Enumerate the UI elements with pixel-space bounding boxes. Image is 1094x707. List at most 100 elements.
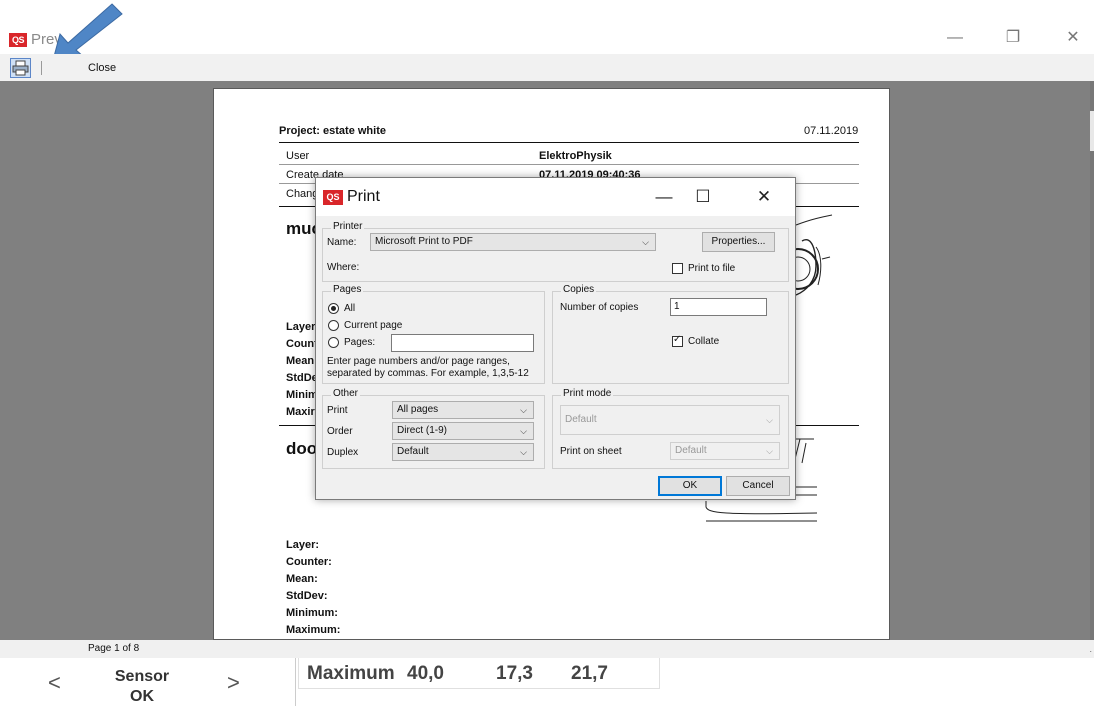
- stat-label: Layer:: [286, 539, 320, 551]
- previous-arrow-icon[interactable]: <: [48, 670, 61, 696]
- printer-icon: [12, 60, 29, 76]
- car-sketch-icon: [792, 214, 833, 296]
- dialog-title-bar: QS Print — ☐ ✕: [316, 178, 795, 216]
- order-label: Order: [327, 426, 353, 437]
- sensor-panel: < Sensor OK > Maximum 40,0 17,3 21,7: [0, 658, 1094, 706]
- pages-hint-line2: separated by commas. For example, 1,3,5-…: [327, 368, 529, 379]
- title-bar: QS Prev — ❐ ✕: [0, 0, 1094, 52]
- pages-all-label: All: [344, 303, 356, 314]
- chevron-down-icon: ⌵: [766, 415, 773, 425]
- chevron-down-icon: ⌵: [520, 405, 527, 415]
- toolbar-separator: [41, 61, 42, 75]
- collate-label: Collate: [688, 336, 720, 347]
- next-arrow-icon[interactable]: >: [227, 670, 240, 696]
- print-mode-select[interactable]: Default ⌵: [560, 405, 780, 435]
- print-on-sheet-label: Print on sheet: [560, 446, 622, 457]
- pages-range-input[interactable]: [391, 334, 534, 352]
- print-range-value: All pages: [397, 404, 439, 415]
- printer-select-value: Microsoft Print to PDF: [375, 236, 473, 247]
- divider: [279, 142, 859, 143]
- current-page-radio[interactable]: [328, 320, 339, 331]
- chevron-down-icon: ⌵: [642, 237, 649, 247]
- status-indicator: .: [1089, 644, 1092, 654]
- group-label: Other: [331, 388, 361, 399]
- duplex-label: Duplex: [327, 447, 359, 458]
- group-label: Copies: [561, 284, 597, 295]
- order-select[interactable]: Direct (1-9) ⌵: [392, 422, 534, 440]
- copies-count-label: Number of copies: [560, 302, 639, 313]
- print-range-select[interactable]: All pages ⌵: [392, 401, 534, 419]
- dialog-logo: QS: [323, 190, 343, 205]
- pages-hint-line1: Enter page numbers and/or page ranges,: [327, 356, 510, 367]
- stat-label: Maximum:: [286, 624, 341, 636]
- print-to-file-checkbox[interactable]: [672, 263, 683, 274]
- ok-button[interactable]: OK: [658, 476, 722, 496]
- vertical-scrollbar[interactable]: [1090, 81, 1094, 640]
- dialog-title: Print: [347, 188, 380, 205]
- printer-name-label: Name:: [327, 237, 357, 248]
- chevron-down-icon: ⌵: [520, 447, 527, 457]
- toolbar: Close: [0, 54, 1094, 81]
- status-bar: Page 1 of 8 .: [0, 640, 1094, 658]
- dialog-close-button[interactable]: ✕: [749, 185, 779, 209]
- chevron-down-icon: ⌵: [766, 446, 773, 456]
- cancel-button[interactable]: Cancel: [726, 476, 790, 496]
- stat-name: Maximum: [307, 663, 395, 684]
- divider: [295, 658, 296, 706]
- row-label: Chang: [286, 188, 319, 200]
- stat-value: 17,3: [496, 663, 533, 684]
- group-label: Pages: [331, 284, 364, 295]
- close-button[interactable]: Close: [88, 62, 116, 74]
- print-to-file-label: Print to file: [688, 263, 736, 274]
- current-page-label: Current page: [344, 320, 403, 331]
- printer-select[interactable]: Microsoft Print to PDF ⌵: [370, 233, 656, 251]
- sensor-label-line2: OK: [130, 688, 154, 705]
- stat-label: StdDe: [286, 372, 318, 384]
- stats-row: Maximum 40,0 17,3 21,7: [298, 658, 660, 689]
- stat-label: Layer: [286, 321, 316, 333]
- print-on-sheet-value: Default: [675, 445, 707, 456]
- row-label: User: [286, 150, 310, 162]
- print-on-sheet-select[interactable]: Default ⌵: [670, 442, 780, 460]
- duplex-value: Default: [397, 446, 429, 457]
- stat-value: 40,0: [407, 663, 444, 684]
- divider: [279, 164, 859, 165]
- dialog-minimize-button[interactable]: —: [649, 185, 679, 209]
- sensor-status: Sensor OK: [100, 667, 184, 707]
- stat-label: Count: [286, 338, 318, 350]
- dialog-maximize-button[interactable]: ☐: [688, 185, 718, 209]
- row-value: ElektroPhysik: [539, 150, 612, 162]
- print-range-label: Print: [327, 405, 348, 416]
- restore-button[interactable]: ❐: [998, 26, 1028, 50]
- properties-button[interactable]: Properties...: [702, 232, 775, 252]
- collate-checkbox[interactable]: [672, 334, 683, 347]
- copies-count-input[interactable]: 1: [670, 298, 767, 316]
- pages-range-label: Pages:: [344, 337, 376, 348]
- print-mode-value: Default: [565, 414, 597, 425]
- chevron-down-icon: ⌵: [520, 426, 527, 436]
- page-info: Page 1 of 8: [88, 643, 140, 654]
- sensor-label-line1: Sensor: [114, 668, 170, 685]
- stat-label: Minimum:: [286, 607, 338, 619]
- order-value: Direct (1-9): [397, 425, 448, 436]
- print-dialog: QS Print — ☐ ✕ Printer Name: Microsoft P…: [315, 177, 796, 500]
- close-window-button[interactable]: ✕: [1058, 26, 1088, 50]
- stat-label: Minim: [286, 389, 318, 401]
- stat-label: StdDev:: [286, 590, 328, 602]
- minimize-button[interactable]: —: [940, 26, 970, 50]
- section-title: doo: [286, 439, 318, 458]
- stat-value: 21,7: [571, 663, 608, 684]
- where-label: Where:: [327, 262, 360, 273]
- pages-range-radio[interactable]: [328, 337, 339, 348]
- stat-label: Mean:: [286, 573, 318, 585]
- report-date: 07.11.2019: [804, 125, 859, 137]
- stat-label: Mean: [286, 355, 315, 367]
- group-label: Printer: [331, 221, 365, 232]
- pages-all-radio[interactable]: [328, 303, 339, 314]
- print-button[interactable]: [10, 58, 31, 78]
- stat-label: Maxir: [286, 406, 315, 418]
- duplex-select[interactable]: Default ⌵: [392, 443, 534, 461]
- stat-label: Counter:: [286, 556, 332, 568]
- project-label: Project: estate white: [279, 125, 386, 137]
- group-label: Print mode: [561, 388, 614, 399]
